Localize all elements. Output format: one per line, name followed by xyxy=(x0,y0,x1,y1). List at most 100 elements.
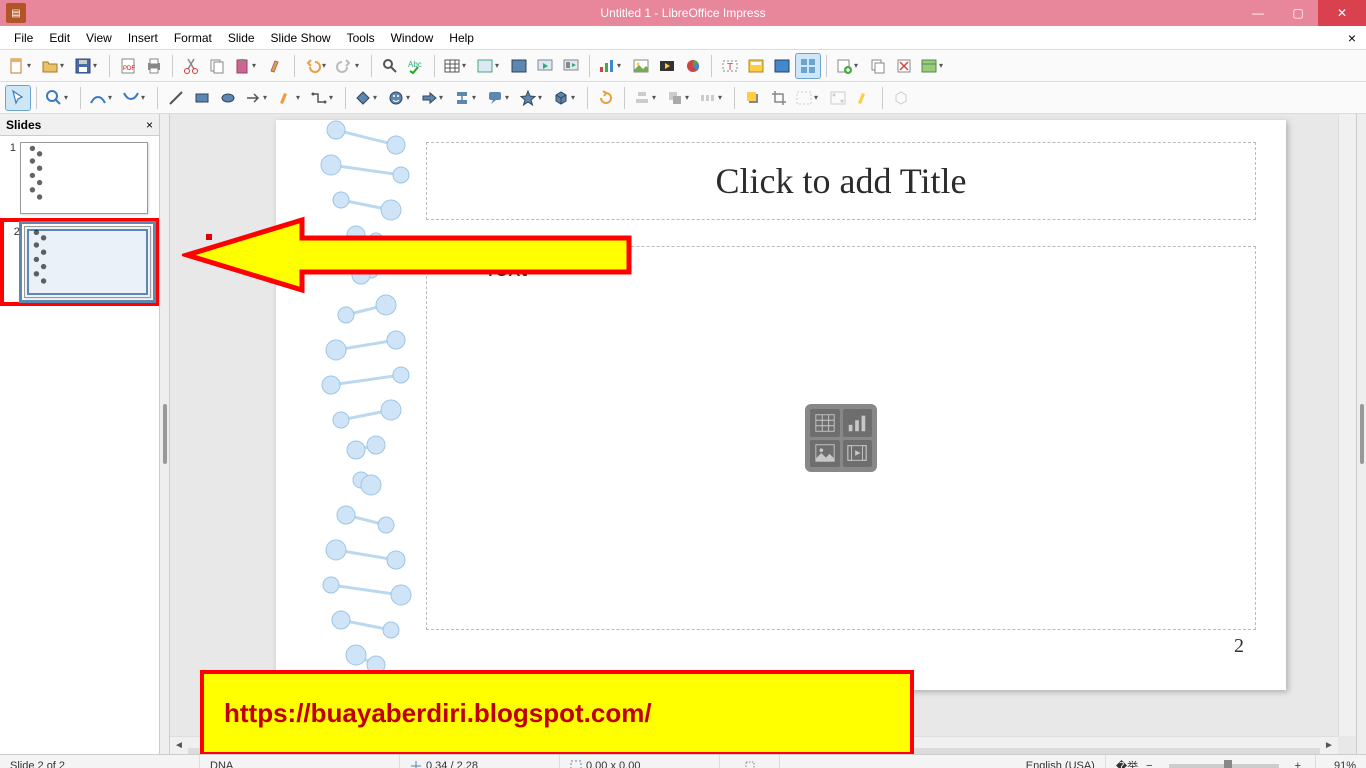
flowchart-button[interactable]: ▾ xyxy=(451,86,482,110)
close-document-button[interactable]: × xyxy=(1348,30,1356,46)
slide-thumbnail-1[interactable]: 1 xyxy=(4,142,155,214)
line-color-button[interactable]: ▾ xyxy=(87,86,118,110)
undo-button[interactable]: ▾ xyxy=(301,54,332,78)
connector-tool-button[interactable]: ▾ xyxy=(308,86,339,110)
right-panel-collapse-handle[interactable] xyxy=(1356,114,1366,754)
insert-table-icon[interactable] xyxy=(810,409,840,437)
slides-panel-close-button[interactable]: × xyxy=(146,118,153,132)
zoom-button[interactable]: ▾ xyxy=(43,86,74,110)
print-button[interactable] xyxy=(142,54,166,78)
menu-help[interactable]: Help xyxy=(441,28,482,48)
insert-chart-button[interactable]: ▾ xyxy=(596,54,627,78)
gluepoints-button[interactable] xyxy=(852,86,876,110)
fill-color-button[interactable]: ▾ xyxy=(120,86,151,110)
symbol-shapes-button[interactable]: ▾ xyxy=(385,86,416,110)
master-slide-button[interactable] xyxy=(507,54,531,78)
clone-format-button[interactable] xyxy=(264,54,288,78)
insert-image-button[interactable] xyxy=(629,54,653,78)
insert-video-icon[interactable] xyxy=(843,440,873,468)
slides-list[interactable]: 1 2 xyxy=(0,136,159,754)
position-icon xyxy=(410,760,422,768)
redo-button[interactable]: ▾ xyxy=(334,54,365,78)
slide-layout-button[interactable]: ▾ xyxy=(918,54,949,78)
shadow-button[interactable] xyxy=(741,86,765,110)
status-master-name[interactable]: DNA xyxy=(200,755,400,768)
duplicate-slide-button[interactable] xyxy=(866,54,890,78)
basic-shapes-button[interactable]: ▾ xyxy=(352,86,383,110)
distribute-button[interactable]: ▾ xyxy=(697,86,728,110)
new-slide-button[interactable]: ▾ xyxy=(833,54,864,78)
slide-edit-area[interactable]: Click to add Title Text 2 https://buayab… xyxy=(170,114,1356,754)
title-placeholder[interactable]: Click to add Title xyxy=(426,142,1256,220)
status-slide-indicator[interactable]: Slide 2 of 2 xyxy=(0,755,200,768)
find-replace-button[interactable] xyxy=(378,54,402,78)
insert-hyperlink-button[interactable] xyxy=(796,54,820,78)
start-first-button[interactable] xyxy=(533,54,557,78)
insert-chart2-button[interactable] xyxy=(681,54,705,78)
scroll-left-button[interactable]: ◄ xyxy=(170,737,188,755)
insert-table-button[interactable]: ▾ xyxy=(441,54,472,78)
menu-file[interactable]: File xyxy=(6,28,41,48)
callouts-button[interactable]: ▾ xyxy=(484,86,515,110)
slide-canvas[interactable]: Click to add Title Text 2 xyxy=(276,120,1286,690)
3d-objects-button[interactable]: ▾ xyxy=(550,86,581,110)
menu-insert[interactable]: Insert xyxy=(120,28,166,48)
spellcheck-button[interactable]: Abc xyxy=(404,54,428,78)
slide-thumbnail-2[interactable]: 2 xyxy=(8,226,151,298)
arrow-tool-button[interactable]: ▾ xyxy=(242,86,273,110)
align-button[interactable]: ▾ xyxy=(631,86,662,110)
menu-slide[interactable]: Slide xyxy=(220,28,263,48)
slides-panel-collapse-handle[interactable] xyxy=(160,114,170,754)
insert-chart-icon[interactable] xyxy=(843,409,873,437)
scroll-right-button[interactable]: ► xyxy=(1320,737,1338,755)
menu-edit[interactable]: Edit xyxy=(41,28,78,48)
start-current-button[interactable] xyxy=(559,54,583,78)
rotate-button[interactable] xyxy=(594,86,618,110)
menu-slideshow[interactable]: Slide Show xyxy=(263,28,339,48)
insert-textbox-button[interactable]: T xyxy=(718,54,742,78)
close-button[interactable]: ✕ xyxy=(1318,0,1366,26)
arrange-button[interactable]: ▾ xyxy=(664,86,695,110)
status-insert-mode[interactable] xyxy=(720,755,780,768)
stars-button[interactable]: ▾ xyxy=(517,86,548,110)
delete-slide-button[interactable] xyxy=(892,54,916,78)
display-views-button[interactable]: ▾ xyxy=(474,54,505,78)
insert-av-button[interactable] xyxy=(655,54,679,78)
export-pdf-button[interactable]: PDF xyxy=(116,54,140,78)
cut-button[interactable] xyxy=(179,54,203,78)
minimize-button[interactable]: ― xyxy=(1238,0,1278,26)
menu-format[interactable]: Format xyxy=(166,28,220,48)
insert-image-icon[interactable] xyxy=(810,440,840,468)
insert-fontwork-button[interactable] xyxy=(770,54,794,78)
curve-tool-button[interactable]: ▾ xyxy=(275,86,306,110)
open-button[interactable]: ▾ xyxy=(39,54,70,78)
status-language[interactable]: English (USA) xyxy=(1016,755,1106,768)
block-arrows-button[interactable]: ▾ xyxy=(418,86,449,110)
zoom-slider[interactable] xyxy=(1169,764,1279,768)
fit-page-button[interactable]: �举 xyxy=(1116,758,1138,768)
paste-button[interactable]: ▾ xyxy=(231,54,262,78)
menu-view[interactable]: View xyxy=(78,28,120,48)
rectangle-tool-button[interactable] xyxy=(190,86,214,110)
line-tool-button[interactable] xyxy=(164,86,188,110)
status-zoom-percent[interactable]: 91% xyxy=(1316,755,1366,768)
slides-panel-header: Slides × xyxy=(0,114,159,136)
ellipse-tool-button[interactable] xyxy=(216,86,240,110)
zoom-in-button[interactable]: + xyxy=(1291,760,1305,768)
crop-button[interactable] xyxy=(767,86,791,110)
content-insert-toolbox xyxy=(805,404,877,472)
points-button[interactable] xyxy=(826,86,850,110)
save-button[interactable]: ▾ xyxy=(72,54,103,78)
insert-header-footer-button[interactable] xyxy=(744,54,768,78)
content-placeholder[interactable]: Text xyxy=(426,246,1256,630)
zoom-out-button[interactable]: − xyxy=(1142,760,1156,768)
copy-button[interactable] xyxy=(205,54,229,78)
select-tool-button[interactable] xyxy=(6,86,30,110)
menu-window[interactable]: Window xyxy=(383,28,442,48)
new-button[interactable]: ▾ xyxy=(6,54,37,78)
filter-button[interactable]: ▾ xyxy=(793,86,824,110)
menu-tools[interactable]: Tools xyxy=(339,28,383,48)
extrusion-button[interactable] xyxy=(889,86,913,110)
vertical-scrollbar[interactable] xyxy=(1338,114,1356,736)
maximize-button[interactable]: ▢ xyxy=(1278,0,1318,26)
